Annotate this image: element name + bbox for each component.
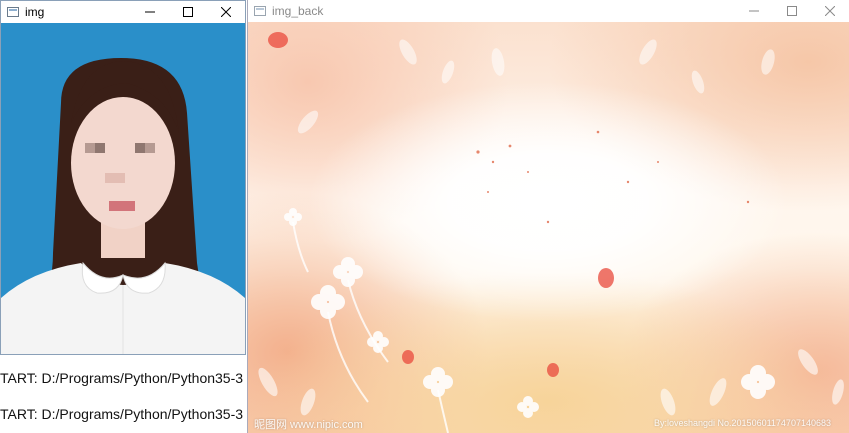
- image-window-icon: [254, 6, 266, 16]
- img-back-window: img_back 昵图网 www.nipic.com By:loveshangd…: [247, 0, 849, 433]
- window-title: img_back: [272, 4, 324, 18]
- img-window: img: [0, 0, 246, 355]
- portrait-image: [1, 58, 245, 354]
- image-window-icon: [7, 7, 19, 17]
- window-title: img: [25, 5, 45, 19]
- watermark-left: 昵图网 www.nipic.com: [254, 419, 363, 431]
- img-titlebar[interactable]: img: [1, 1, 245, 23]
- close-icon: [825, 6, 835, 16]
- maximize-icon: [183, 7, 193, 17]
- minimize-icon: [145, 11, 155, 13]
- minimize-button[interactable]: [131, 1, 169, 23]
- close-button[interactable]: [811, 0, 849, 22]
- minimize-button[interactable]: [735, 0, 773, 22]
- portrait-photo: [1, 23, 245, 354]
- img-back-titlebar[interactable]: img_back: [248, 0, 849, 22]
- console-line: TART: D:/Programs/Python/Python35-3: [0, 370, 244, 386]
- console-line: TART: D:/Programs/Python/Python35-3: [0, 406, 244, 422]
- maximize-icon: [787, 6, 797, 16]
- close-icon: [221, 7, 231, 17]
- watermark-right: By:loveshangdi No.20150601174707140683: [654, 418, 831, 428]
- maximize-button[interactable]: [169, 1, 207, 23]
- maximize-button[interactable]: [773, 0, 811, 22]
- minimize-icon: [749, 10, 759, 12]
- close-button[interactable]: [207, 1, 245, 23]
- floral-decoration: [258, 32, 844, 433]
- floral-background-image: 昵图网 www.nipic.com By:loveshangdi No.2015…: [248, 22, 849, 433]
